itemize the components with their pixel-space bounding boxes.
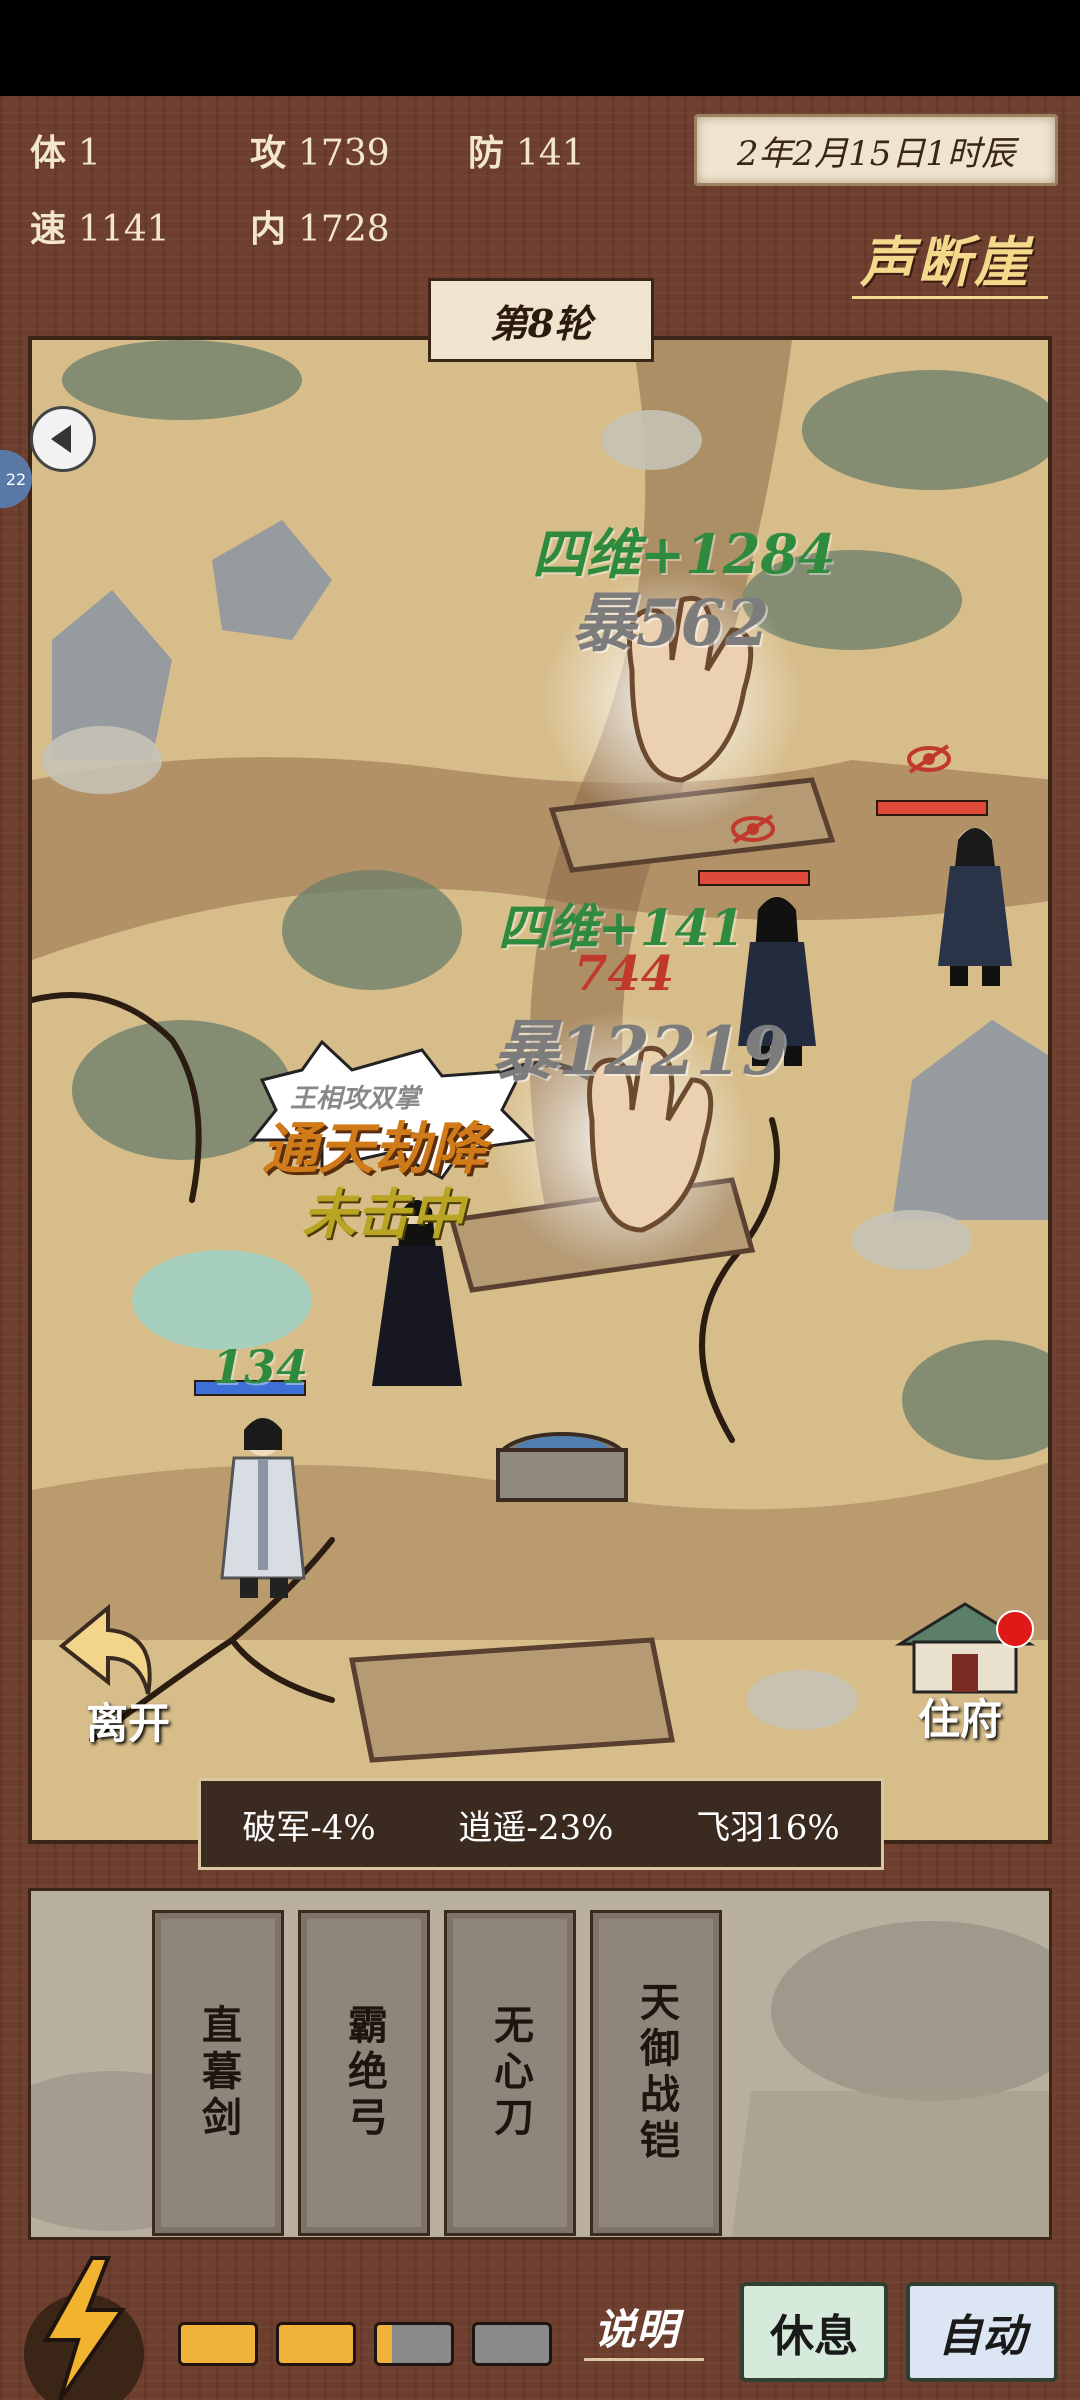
stat-speed: 速 1141 — [30, 208, 170, 250]
help-button[interactable]: 说明 — [594, 2296, 694, 2356]
lightning-icon — [24, 2256, 144, 2400]
player-hp-text: 134 — [212, 1340, 309, 1394]
miss-text: 未击中 — [302, 1182, 464, 1246]
enemy-1-hp-bar — [876, 800, 988, 816]
enemy-1-target-icon — [907, 744, 951, 774]
location-title: 声断崖 — [860, 230, 1031, 294]
collapse-arrow-button[interactable] — [30, 406, 96, 472]
auto-button[interactable]: 自动 — [906, 2282, 1058, 2382]
buff-feiyu: 飞羽16% — [696, 1807, 840, 1848]
enemy-2-target-icon — [731, 814, 775, 844]
equipment-card-bajue-bow[interactable]: 霸绝弓 — [298, 1910, 430, 2236]
help-underline — [584, 2358, 704, 2361]
buff-status-bar: 破军-4% 逍遥-23% 飞羽16% — [198, 1778, 884, 1870]
equipment-card-wuxin-blade[interactable]: 无心刀 — [444, 1910, 576, 2236]
enemy-figure-1[interactable] — [920, 816, 1030, 986]
energy-slot-4 — [472, 2322, 552, 2366]
crit-text-mid: 暴12219 — [492, 1012, 788, 1090]
rest-button[interactable]: 休息 — [740, 2282, 888, 2382]
stat-attack: 攻 1739 — [250, 132, 390, 174]
crit-text-top: 暴562 — [572, 586, 770, 661]
triangle-left-icon — [51, 425, 71, 453]
energy-slot-1 — [178, 2322, 258, 2366]
equipment-card-zhimu-sword[interactable]: 直暮剑 — [152, 1910, 284, 2236]
leave-button[interactable]: 离开 — [48, 1594, 198, 1748]
notification-dot — [996, 1610, 1034, 1648]
energy-slot-3 — [374, 2322, 454, 2366]
stat-inner: 内 1728 — [250, 208, 390, 250]
stat-ti: 体1 — [30, 132, 101, 174]
buff-xiaoyao: 逍遥-23% — [458, 1807, 614, 1848]
stat-defense: 防 141 — [468, 132, 585, 174]
round-counter: 第8轮 — [428, 278, 654, 362]
return-arrow-icon — [58, 1603, 152, 1695]
enemy-2-hp-bar — [698, 870, 810, 886]
equipment-card-tianyu-armor[interactable]: 天御战铠 — [590, 1910, 722, 2236]
location-underline — [852, 296, 1048, 299]
residence-label: 住府 — [918, 1695, 1003, 1744]
buff-pojun: 破军-4% — [242, 1807, 376, 1848]
date-display: 2年2月15日1时辰 — [694, 114, 1058, 186]
energy-slot-2 — [276, 2322, 356, 2366]
leave-label: 离开 — [86, 1699, 171, 1748]
residence-button[interactable]: 住府 — [890, 1594, 1040, 1744]
player-figure[interactable] — [208, 1410, 318, 1600]
damage-text-mid: 744 — [574, 946, 675, 1002]
